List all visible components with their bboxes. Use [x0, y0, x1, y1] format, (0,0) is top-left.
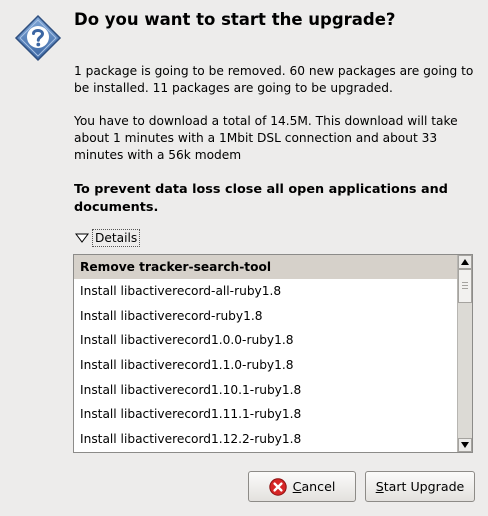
package-summary: 1 package is going to be removed. 60 new… — [74, 64, 474, 95]
list-item[interactable]: Install libactiverecord1.11.1-ruby1.8 — [74, 402, 458, 427]
details-expander[interactable]: Details — [74, 227, 141, 249]
arrow-down-icon — [461, 442, 469, 448]
upgrade-dialog: Do you want to start the upgrade? 1 pack… — [0, 0, 488, 516]
start-upgrade-label: Start Upgrade — [375, 479, 465, 494]
cancel-label: Cancel — [292, 479, 336, 494]
arrow-up-icon — [461, 259, 469, 265]
scroll-down-button[interactable] — [458, 438, 472, 452]
list-item[interactable]: Install libactiverecord1.12.2-ruby1.8 — [74, 427, 458, 452]
expander-triangle-icon[interactable] — [74, 230, 90, 246]
cancel-button[interactable]: Cancel — [248, 471, 356, 502]
list-item[interactable]: Install libactiverecord-all-ruby1.8 — [74, 279, 458, 304]
scrollbar-thumb[interactable] — [458, 269, 472, 303]
data-loss-warning: To prevent data loss close all open appl… — [74, 182, 448, 215]
details-label[interactable]: Details — [92, 229, 141, 247]
download-info: You have to download a total of 14.5M. T… — [74, 114, 458, 162]
scroll-up-button[interactable] — [458, 255, 472, 269]
list-item-selected[interactable]: Remove tracker-search-tool — [74, 255, 458, 279]
list-item[interactable]: Install libactiverecord1.0.0-ruby1.8 — [74, 328, 458, 353]
question-icon — [14, 14, 62, 62]
dialog-title: Do you want to start the upgrade? — [74, 10, 396, 29]
list-item[interactable]: Install libactiverecord1.1.0-ruby1.8 — [74, 353, 458, 378]
details-list[interactable]: Remove tracker-search-tool Install libact… — [73, 254, 473, 453]
start-upgrade-button[interactable]: Start Upgrade — [365, 471, 475, 502]
details-list-rows: Remove tracker-search-tool Install libact… — [74, 255, 458, 452]
list-item[interactable]: Install libactiverecord-ruby1.8 — [74, 304, 458, 329]
cancel-icon — [268, 477, 287, 496]
details-scrollbar[interactable] — [457, 255, 472, 452]
list-item[interactable]: Install libactiverecord1.10.1-ruby1.8 — [74, 378, 458, 403]
